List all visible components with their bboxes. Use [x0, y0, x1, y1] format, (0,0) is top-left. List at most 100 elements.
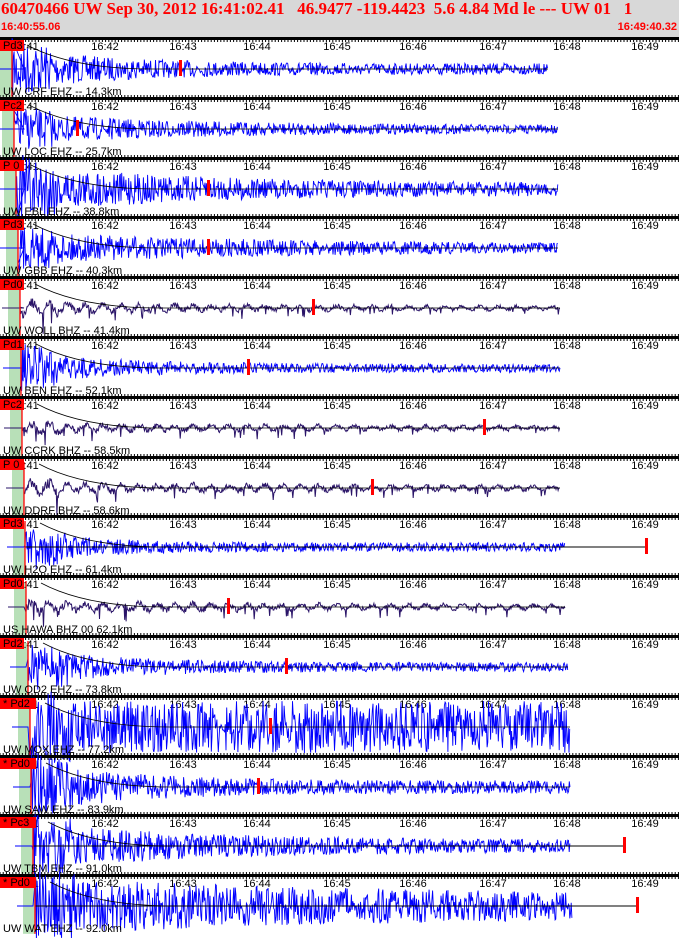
- time-tick-label: 16:44: [243, 220, 271, 232]
- trace-row[interactable]: 16:4116:4216:4316:4416:4516:4616:4716:48…: [0, 691, 679, 763]
- time-tick-label: 16:45: [323, 220, 351, 232]
- trace-row[interactable]: 16:4116:4216:4316:4416:4516:4616:4716:48…: [0, 633, 679, 696]
- coda-pick-marker[interactable]: [207, 180, 210, 196]
- coda-pick-marker[interactable]: [207, 239, 210, 255]
- coda-pick-marker[interactable]: [269, 718, 272, 734]
- time-tick-label: 16:47: [479, 519, 507, 531]
- time-tick-label: 16:49: [631, 759, 659, 771]
- phase-label: Pd1: [3, 339, 23, 351]
- trace-row[interactable]: 16:4116:4216:4316:4416:4516:4616:4716:48…: [0, 573, 679, 636]
- coda-pick-marker[interactable]: [227, 598, 230, 614]
- time-tick-label: 16:42: [91, 340, 119, 352]
- time-tick-label: 16:47: [479, 41, 507, 53]
- coda-pick-marker[interactable]: [483, 419, 486, 435]
- phase-label: * Pd2: [3, 698, 30, 710]
- time-tick-label: 16:46: [399, 280, 427, 292]
- waveform: [0, 227, 558, 271]
- phase-label: * Pd0: [3, 877, 30, 889]
- time-tick-label: 16:43: [169, 818, 197, 830]
- time-tick-label: 16:48: [553, 101, 581, 113]
- time-tick-label: 16:47: [479, 460, 507, 472]
- trace-row[interactable]: 16:4116:4216:4316:4416:4516:4616:4716:48…: [0, 867, 679, 938]
- station-label: UW H2O EHZ -- 61.4km: [3, 564, 122, 576]
- time-tick-label: 16:44: [243, 519, 271, 531]
- coda-pick-marker[interactable]: [76, 120, 79, 136]
- phase-label: P 0: [3, 459, 19, 471]
- coda-pick-marker[interactable]: [247, 359, 250, 375]
- start-time: 16:40:55.06: [1, 21, 61, 33]
- time-tick-label: 16:45: [323, 818, 351, 830]
- time-tick-label: 16:48: [553, 519, 581, 531]
- time-tick-label: 16:46: [399, 878, 427, 890]
- time-tick-label: 16:46: [399, 161, 427, 173]
- waveform: [0, 107, 558, 149]
- phase-label: * Pd0: [3, 758, 30, 770]
- time-tick-label: 16:46: [399, 41, 427, 53]
- coda-pick-marker[interactable]: [285, 658, 288, 674]
- time-tick-label: 16:46: [399, 220, 427, 232]
- time-tick-label: 16:48: [553, 460, 581, 472]
- trace-row[interactable]: 16:4116:4216:4316:4416:4516:4616:4716:48…: [0, 37, 679, 98]
- time-tick-label: 16:44: [243, 400, 271, 412]
- time-tick-label: 16:49: [631, 280, 659, 292]
- trace-row[interactable]: 16:4116:4216:4316:4416:4516:4616:4716:48…: [0, 513, 679, 576]
- coda-pick-marker[interactable]: [257, 778, 260, 794]
- station-label: UW TBM EHZ -- 91.0km: [3, 863, 122, 875]
- coda-pick-marker[interactable]: [645, 538, 648, 554]
- time-tick-label: 16:49: [631, 101, 659, 113]
- time-tick-label: 16:47: [479, 220, 507, 232]
- time-tick-label: 16:42: [91, 818, 119, 830]
- time-tick-label: 16:47: [479, 579, 507, 591]
- station-label: UW BEN EHZ -- 52.1km: [3, 385, 122, 397]
- time-tick-label: 16:48: [553, 579, 581, 591]
- trace-row[interactable]: 16:4116:4216:4316:4416:4516:4616:4716:48…: [0, 274, 679, 337]
- time-tick-label: 16:45: [323, 759, 351, 771]
- time-tick-label: 16:42: [91, 161, 119, 173]
- trace-row[interactable]: 16:4116:4216:4316:4416:4516:4616:4716:48…: [0, 454, 679, 517]
- time-tick-label: 16:47: [479, 161, 507, 173]
- time-tick-label: 16:48: [553, 340, 581, 352]
- time-tick-label: 16:42: [91, 41, 119, 53]
- trace-row[interactable]: 16:4116:4216:4316:4416:4516:4616:4716:48…: [0, 812, 679, 879]
- coda-pick-marker[interactable]: [623, 837, 626, 853]
- time-tick-label: 16:45: [323, 579, 351, 591]
- event-header: 60470466 UW Sep 30, 2012 16:41:02.41 46.…: [0, 0, 679, 37]
- trace-row[interactable]: 16:4116:4216:4316:4416:4516:4616:4716:48…: [0, 95, 679, 158]
- time-tick-label: 16:45: [323, 460, 351, 472]
- trace-row[interactable]: 16:4116:4216:4316:4416:4516:4616:4716:48…: [0, 214, 679, 277]
- time-tick-label: 16:49: [631, 519, 659, 531]
- trace-row[interactable]: 16:4116:4216:4316:4416:4516:4616:4716:48…: [0, 334, 679, 397]
- time-tick-label: 16:48: [553, 41, 581, 53]
- time-tick-label: 16:45: [323, 639, 351, 651]
- time-tick-label: 16:42: [91, 759, 119, 771]
- time-tick-label: 16:47: [479, 759, 507, 771]
- time-tick-label: 16:45: [323, 400, 351, 412]
- time-tick-label: 16:48: [553, 639, 581, 651]
- time-tick-label: 16:46: [399, 340, 427, 352]
- time-tick-label: 16:49: [631, 340, 659, 352]
- time-tick-label: 16:43: [169, 639, 197, 651]
- time-tick-label: 16:46: [399, 818, 427, 830]
- trace-row[interactable]: 16:4116:4216:4316:4416:4516:4616:4716:48…: [0, 394, 679, 457]
- time-tick-label: 16:42: [91, 101, 119, 113]
- time-tick-label: 16:44: [243, 41, 271, 53]
- coda-pick-marker[interactable]: [312, 299, 315, 315]
- waveform: [8, 598, 566, 627]
- time-tick-label: 16:44: [243, 759, 271, 771]
- trace-row[interactable]: 16:4116:4216:4316:4416:4516:4616:4716:48…: [0, 753, 679, 820]
- coda-pick-marker[interactable]: [371, 479, 374, 495]
- trace-row[interactable]: 16:4116:4216:4316:4416:4516:4616:4716:48…: [0, 155, 679, 223]
- time-tick-label: 16:42: [91, 639, 119, 651]
- time-tick-label: 16:49: [631, 818, 659, 830]
- phase-label: Pd2: [3, 638, 23, 650]
- phase-label: Pd3: [3, 518, 23, 530]
- seismogram-panel[interactable]: 16:41 16:42 16:43 16:44 16:45 16:46 16:47 16:48…: [0, 37, 679, 938]
- time-tick-label: 16:47: [479, 639, 507, 651]
- time-tick-label: 16:44: [243, 280, 271, 292]
- time-tick-label: 16:42: [91, 400, 119, 412]
- time-tick-label: 16:43: [169, 579, 197, 591]
- coda-pick-marker[interactable]: [636, 897, 639, 913]
- coda-pick-marker[interactable]: [179, 60, 182, 76]
- time-tick-label: 16:44: [243, 639, 271, 651]
- time-tick-label: 16:46: [399, 460, 427, 472]
